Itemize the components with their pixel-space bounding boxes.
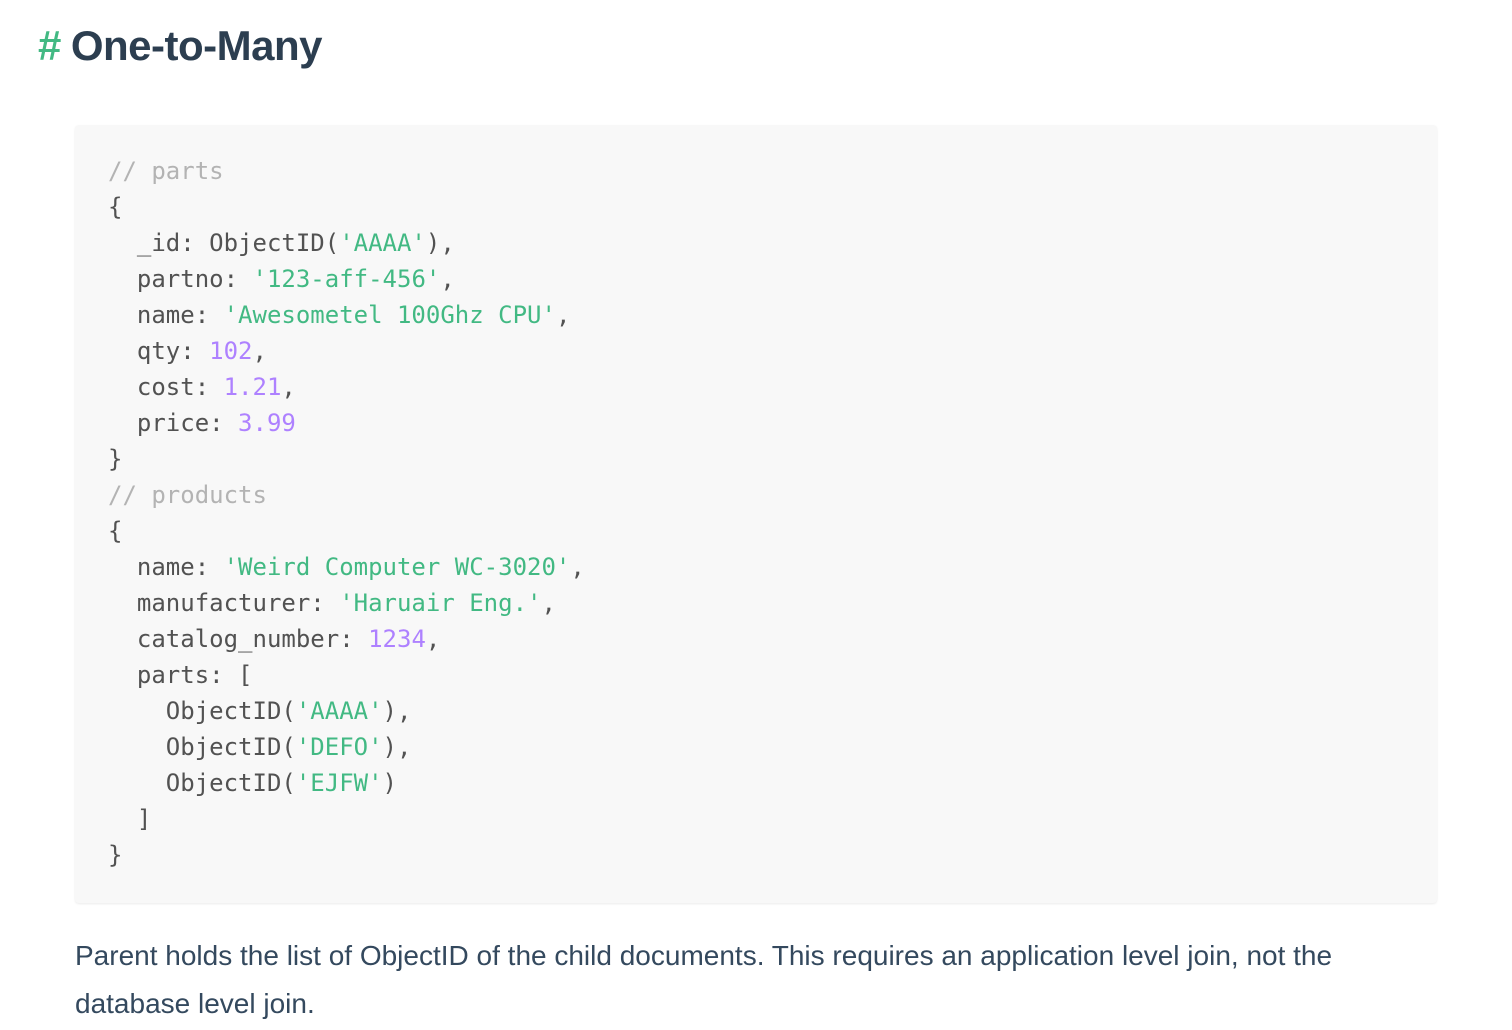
code-string: 'Haruair Eng.' — [339, 589, 542, 617]
code-text: { — [108, 517, 123, 545]
code-text: { — [108, 193, 123, 221]
code-text: } — [108, 445, 123, 473]
code-line: manufacturer: 'Haruair Eng.', — [108, 589, 556, 617]
code-line: cost: 1.21, — [108, 373, 296, 401]
code-content: // parts { _id: ObjectID('AAAA'), partno… — [108, 153, 585, 873]
code-line: partno: '123-aff-456', — [108, 265, 455, 293]
code-text: ), — [425, 229, 455, 257]
code-text: , — [252, 337, 267, 365]
heading-anchor-link[interactable]: # — [38, 22, 61, 69]
code-text: price: — [108, 409, 239, 437]
code-text: , — [281, 373, 296, 401]
code-number: 3.99 — [238, 409, 296, 437]
code-text: partno: — [108, 265, 253, 293]
code-number: 102 — [209, 337, 253, 365]
code-text: parts: [ — [108, 661, 253, 689]
code-text: manufacturer: — [108, 589, 340, 617]
code-string: 'AAAA' — [295, 697, 383, 725]
code-line: catalog_number: 1234, — [108, 625, 440, 653]
code-text: ] — [108, 805, 152, 833]
code-block: // parts { _id: ObjectID('AAAA'), partno… — [75, 125, 1437, 903]
code-line: parts: [ — [108, 661, 253, 689]
code-text: , — [555, 301, 571, 329]
code-line: _id: ObjectID('AAAA'), — [108, 229, 455, 257]
code-line: { — [108, 193, 122, 221]
code-text: qty: — [108, 337, 210, 365]
code-text: , — [440, 265, 455, 293]
code-comment: // parts — [108, 157, 224, 185]
code-line: // parts — [108, 157, 224, 185]
code-text: cost: — [108, 373, 224, 401]
code-line: ObjectID('DEFO'), — [108, 733, 412, 761]
code-string: 'Awesometel 100Ghz CPU' — [223, 301, 556, 329]
code-line: { — [108, 517, 122, 545]
code-text: ), — [382, 733, 412, 761]
code-string: '123-aff-456' — [252, 265, 441, 293]
code-text: , — [425, 625, 441, 653]
code-number: 1234 — [368, 625, 426, 653]
page-title: # One-to-Many — [38, 20, 323, 72]
code-line: name: 'Weird Computer WC-3020', — [108, 553, 585, 581]
code-text: ), — [382, 697, 412, 725]
code-text: ObjectID( — [108, 769, 296, 797]
code-line: } — [108, 445, 122, 473]
code-text: ObjectID( — [108, 697, 296, 725]
code-string: 'Weird Computer WC-3020' — [223, 553, 571, 581]
code-line: ] — [108, 805, 151, 833]
code-text: _id: ObjectID( — [108, 229, 340, 257]
code-string: 'AAAA' — [339, 229, 426, 257]
code-text: , — [541, 589, 556, 617]
code-text: name: — [108, 553, 224, 581]
code-line: qty: 102, — [108, 337, 267, 365]
code-number: 1.21 — [223, 373, 282, 401]
code-line: name: 'Awesometel 100Ghz CPU', — [108, 301, 571, 329]
code-text: name: — [108, 301, 224, 329]
code-string: 'EJFW' — [295, 769, 383, 797]
code-string: 'DEFO' — [295, 733, 383, 761]
code-text: , — [570, 553, 585, 581]
code-comment: // products — [108, 481, 267, 509]
code-text: ObjectID( — [108, 733, 296, 761]
code-line: // products — [108, 481, 267, 509]
code-text: catalog_number: — [108, 625, 369, 653]
description-paragraph: Parent holds the list of ObjectID of the… — [75, 940, 1333, 1019]
code-line: price: 3.99 — [108, 409, 296, 437]
code-text: } — [108, 841, 123, 869]
code-line: } — [108, 841, 122, 869]
code-line: ObjectID('EJFW') — [108, 769, 397, 797]
heading-title-text: One-to-Many — [70, 22, 323, 69]
code-line: ObjectID('AAAA'), — [108, 697, 412, 725]
code-text: ) — [382, 769, 397, 797]
